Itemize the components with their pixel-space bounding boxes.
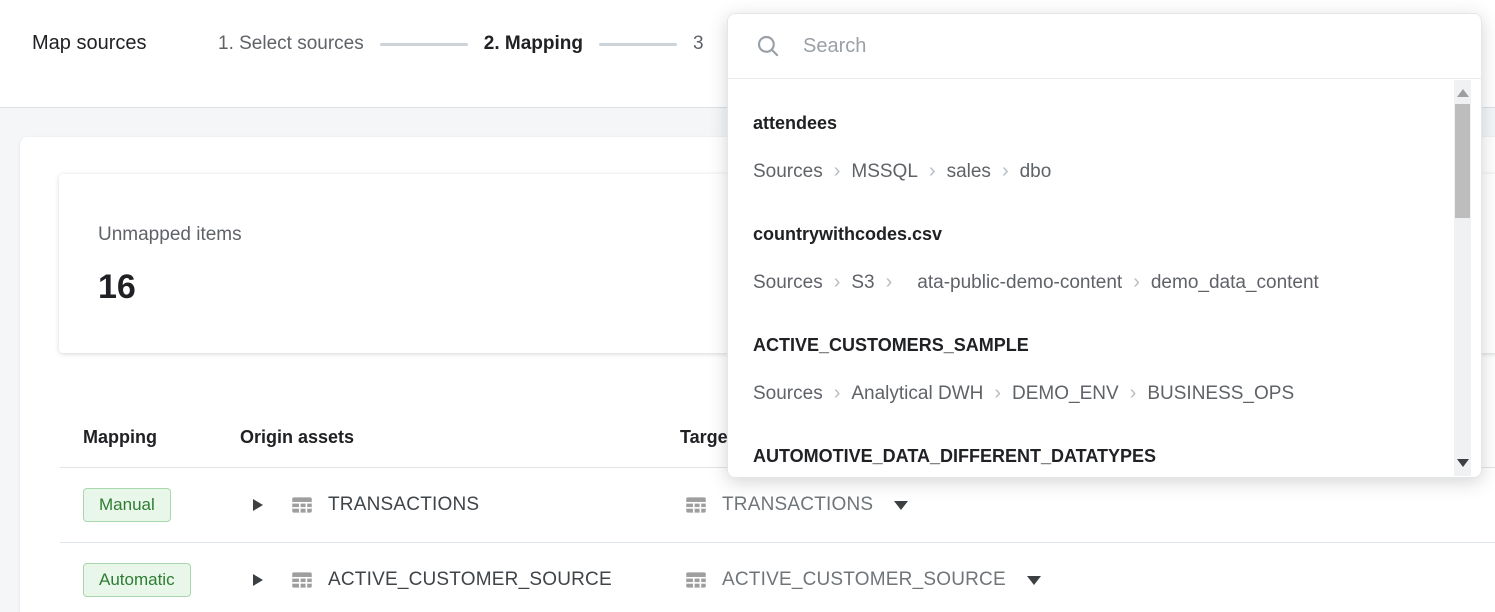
chevron-right-icon bbox=[1130, 382, 1137, 405]
scrollbar-thumb[interactable] bbox=[1455, 104, 1470, 218]
table-asset-icon bbox=[683, 567, 709, 593]
origin-asset-name: TRANSACTIONS bbox=[328, 494, 479, 516]
wizard-stepper: 1. Select sources 2. Mapping 3 bbox=[218, 33, 704, 55]
asset-name: AUTOMOTIVE_DATA_DIFFERENT_DATATYPES bbox=[753, 445, 1421, 467]
origin-asset-name: ACTIVE_CUSTOMER_SOURCE bbox=[328, 569, 612, 591]
chevron-right-icon bbox=[994, 382, 1001, 405]
column-header-origin-assets: Origin assets bbox=[240, 427, 680, 448]
asset-name: ACTIVE_CUSTOMERS_SAMPLE bbox=[753, 334, 1421, 356]
target-asset-select[interactable]: TRANSACTIONS bbox=[680, 492, 1495, 518]
mapping-type-badge: Automatic bbox=[83, 563, 191, 597]
target-asset-select[interactable]: ACTIVE_CUSTOMER_SOURCE bbox=[680, 567, 1495, 593]
chevron-down-icon[interactable] bbox=[1027, 576, 1041, 585]
dropdown-scrollbar[interactable] bbox=[1454, 80, 1471, 476]
table-row: Automatic ACTIVE_CUSTOMER_SOURCE bbox=[60, 543, 1495, 612]
chevron-right-icon bbox=[834, 382, 841, 405]
table-asset-icon bbox=[289, 567, 315, 593]
search-bar bbox=[728, 14, 1481, 79]
step-select-sources[interactable]: 1. Select sources bbox=[218, 33, 364, 55]
mapping-type-badge: Manual bbox=[83, 488, 171, 522]
chevron-down-icon[interactable] bbox=[894, 501, 908, 510]
asset-breadcrumb: Sources S3 ata-public-demo-content demo_… bbox=[753, 271, 1421, 294]
scroll-up-icon[interactable] bbox=[1457, 89, 1469, 97]
search-results-list: attendees Sources MSSQL sales dbo countr… bbox=[728, 79, 1481, 467]
chevron-right-icon bbox=[834, 271, 841, 294]
target-asset-name: ACTIVE_CUSTOMER_SOURCE bbox=[722, 569, 1006, 591]
asset-name: attendees bbox=[753, 112, 1421, 134]
table-row: Manual TRANSACTIONS bbox=[60, 468, 1495, 543]
chevron-right-icon bbox=[886, 271, 893, 294]
column-header-mapping: Mapping bbox=[60, 427, 240, 448]
table-asset-icon bbox=[289, 492, 315, 518]
table-asset-icon bbox=[683, 492, 709, 518]
search-result-item[interactable]: countrywithcodes.csv Sources S3 ata-publ… bbox=[753, 223, 1421, 294]
page-title: Map sources bbox=[32, 32, 147, 55]
step-connector bbox=[599, 43, 677, 46]
expand-row-icon[interactable] bbox=[253, 574, 263, 586]
target-asset-name: TRANSACTIONS bbox=[722, 494, 873, 516]
search-result-item[interactable]: ACTIVE_CUSTOMERS_SAMPLE Sources Analytic… bbox=[753, 334, 1421, 405]
search-icon bbox=[755, 33, 781, 59]
step-connector bbox=[380, 43, 468, 46]
step-3-partial[interactable]: 3 bbox=[693, 33, 704, 55]
chevron-right-icon bbox=[929, 160, 936, 183]
asset-name: countrywithcodes.csv bbox=[753, 223, 1421, 245]
expand-row-icon[interactable] bbox=[253, 499, 263, 511]
step-mapping[interactable]: 2. Mapping bbox=[484, 33, 583, 55]
search-result-item[interactable]: attendees Sources MSSQL sales dbo bbox=[753, 112, 1421, 183]
search-input[interactable] bbox=[803, 35, 1441, 58]
scroll-down-icon[interactable] bbox=[1457, 459, 1469, 467]
chevron-right-icon bbox=[834, 160, 841, 183]
asset-breadcrumb: Sources MSSQL sales dbo bbox=[753, 160, 1421, 183]
asset-breadcrumb: Sources Analytical DWH DEMO_ENV BUSINESS… bbox=[753, 382, 1421, 405]
chevron-right-icon bbox=[1133, 271, 1140, 294]
search-result-item[interactable]: AUTOMOTIVE_DATA_DIFFERENT_DATATYPES bbox=[753, 445, 1421, 467]
chevron-right-icon bbox=[1002, 160, 1009, 183]
asset-search-dropdown: attendees Sources MSSQL sales dbo countr… bbox=[727, 13, 1482, 478]
